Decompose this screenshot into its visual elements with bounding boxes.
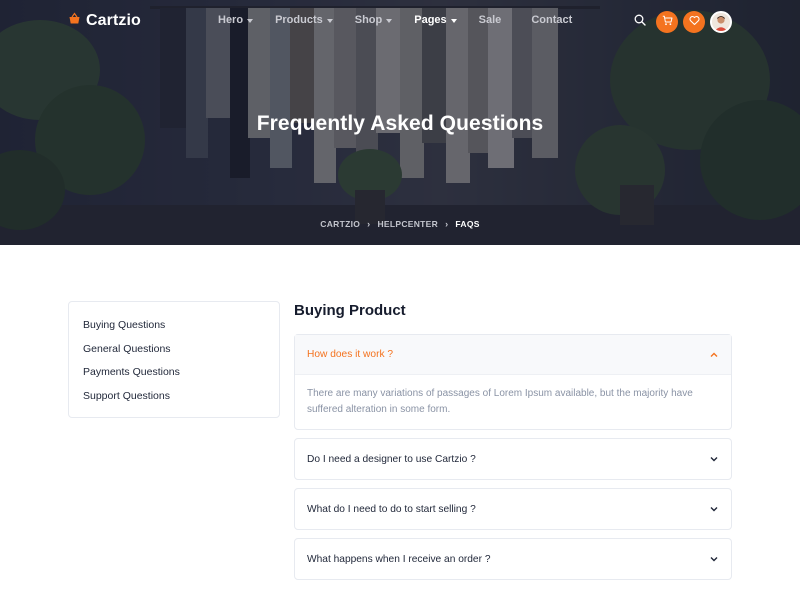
nav-item-pages[interactable]: Pages [414, 14, 457, 26]
main-menu: Hero Products Shop Pages Sale Contact [218, 14, 594, 26]
faq-question-toggle[interactable]: What do I need to do to start selling ? [295, 489, 731, 529]
nav-item-label: Shop [354, 14, 383, 26]
sidebar-item-support-questions[interactable]: Support Questions [69, 389, 279, 413]
heart-icon [688, 13, 700, 31]
chevron-right-icon: › [445, 219, 449, 229]
chevron-down-icon [709, 454, 719, 464]
faq-answer: There are many variations of passages of… [307, 388, 693, 415]
wishlist-button[interactable] [683, 11, 705, 33]
nav-item-hero[interactable]: Hero [218, 14, 254, 26]
nav-item-label: Contact [531, 14, 573, 26]
avatar[interactable] [710, 11, 732, 33]
breadcrumb-current: FAQS [455, 219, 480, 229]
chevron-down-icon [709, 554, 719, 564]
caret-down-icon [247, 18, 254, 23]
faq-question: How does it work ? [307, 349, 394, 360]
sidebar-item-general-questions[interactable]: General Questions [69, 342, 279, 366]
breadcrumb-helpcenter[interactable]: HELPCENTER [377, 219, 438, 229]
nav-item-label: Sale [478, 14, 502, 26]
faq-item: How does it work ? There are many variat… [294, 334, 732, 430]
nav-item-label: Pages [414, 14, 447, 26]
caret-down-icon [450, 18, 457, 23]
nav-item-label: Hero [218, 14, 244, 26]
faq-question: Do I need a designer to use Cartzio ? [307, 453, 476, 465]
chevron-up-icon [709, 350, 719, 360]
brand-name: Cartzio [86, 12, 141, 29]
section-title: Buying Product [294, 302, 406, 319]
caret-down-icon [326, 18, 333, 23]
top-navbar: Cartzio Hero Products Shop Pages Sale Co… [0, 0, 800, 44]
user-photo [712, 13, 730, 31]
nav-item-label: Products [275, 14, 323, 26]
faq-question-toggle[interactable]: What happens when I receive an order ? [295, 539, 731, 579]
cart-button[interactable] [656, 11, 678, 33]
breadcrumb: CARTZIO › HELPCENTER › FAQS [0, 219, 800, 229]
chevron-right-icon: › [367, 219, 371, 229]
basket-icon [68, 12, 81, 30]
hero-banner: Cartzio Hero Products Shop Pages Sale Co… [0, 0, 800, 245]
faq-item: Do I need a designer to use Cartzio ? [294, 438, 732, 480]
nav-actions [629, 11, 732, 33]
faq-question-toggle[interactable]: How does it work ? [295, 335, 731, 375]
brand-logo[interactable]: Cartzio [68, 12, 141, 30]
faq-item: What happens when I receive an order ? [294, 538, 732, 580]
faq-question: What do I need to do to start selling ? [307, 503, 476, 515]
faq-question: What happens when I receive an order ? [307, 553, 491, 565]
page-title: Frequently Asked Questions [256, 112, 544, 135]
nav-item-products[interactable]: Products [275, 14, 333, 26]
search-icon [634, 13, 646, 31]
faq-category-sidebar: Buying Questions General Questions Payme… [68, 301, 280, 418]
nav-item-shop[interactable]: Shop [355, 14, 393, 26]
cart-icon [662, 13, 673, 31]
nav-item-contact[interactable]: Contact [531, 14, 572, 26]
sidebar-item-buying-questions[interactable]: Buying Questions [69, 318, 279, 342]
nav-item-sale[interactable]: Sale [479, 14, 502, 26]
sidebar-item-payments-questions[interactable]: Payments Questions [69, 365, 279, 389]
search-button[interactable] [629, 11, 651, 33]
breadcrumb-home[interactable]: CARTZIO [320, 219, 360, 229]
faq-item: What do I need to do to start selling ? [294, 488, 732, 530]
faq-question-toggle[interactable]: Do I need a designer to use Cartzio ? [295, 439, 731, 479]
chevron-down-icon [709, 504, 719, 514]
caret-down-icon [386, 18, 393, 23]
